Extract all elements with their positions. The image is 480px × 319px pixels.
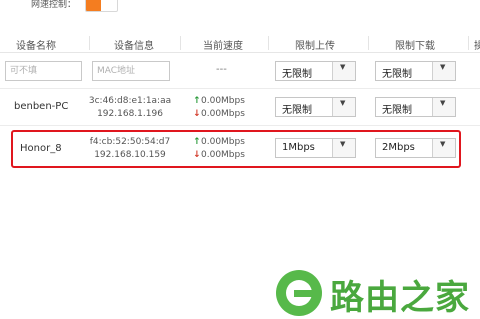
header-underline [0, 52, 480, 53]
device-ip: 192.168.1.196 [97, 109, 163, 119]
upload-arrow-icon: ↑ [193, 96, 201, 106]
upload-speed: 0.00Mbps [201, 137, 245, 147]
dropdown-arrow-icon: ▼ [340, 140, 346, 148]
header-divider [468, 36, 469, 50]
device-name-input[interactable] [5, 61, 82, 81]
toggle-knob [86, 0, 101, 11]
header-download-limit: 限制下载 [395, 41, 435, 52]
speed-control-label: 网速控制： [31, 0, 77, 10]
header-divider [268, 36, 269, 50]
download-limit-select[interactable]: 2Mbps ▼ [375, 138, 456, 158]
dropdown-button[interactable]: ▼ [332, 139, 355, 157]
select-value: 2Mbps [382, 142, 415, 153]
dropdown-arrow-icon: ▼ [340, 99, 346, 107]
dropdown-arrow-icon: ▼ [340, 63, 346, 71]
header-divider [180, 36, 181, 50]
dropdown-button[interactable]: ▼ [332, 62, 355, 80]
download-speed: 0.00Mbps [201, 109, 245, 119]
select-value: 1Mbps [282, 142, 315, 153]
upload-speed: 0.00Mbps [201, 96, 245, 106]
select-value: 无限制 [282, 105, 312, 116]
header-divider [368, 36, 369, 50]
download-arrow-icon: ↓ [193, 150, 201, 160]
dropdown-button[interactable]: ▼ [432, 98, 455, 116]
upload-limit-select[interactable]: 无限制 ▼ [275, 97, 356, 117]
device-info: f4:cb:52:50:54:d7 192.168.10.159 [80, 136, 180, 162]
header-divider [89, 36, 90, 50]
device-speed: ↑0.00Mbps ↓0.00Mbps [193, 95, 245, 121]
add-upload-limit-select[interactable]: 无限制 ▼ [275, 61, 356, 81]
download-speed: 0.00Mbps [201, 150, 245, 160]
device-speed: ↑0.00Mbps ↓0.00Mbps [193, 136, 245, 162]
mac-address-input[interactable] [92, 61, 170, 81]
header-action: 操 [474, 41, 480, 52]
device-mac: f4:cb:52:50:54:d7 [89, 137, 171, 147]
device-info: 3c:46:d8:e1:1a:aa 192.168.1.196 [80, 95, 180, 121]
add-download-limit-select[interactable]: 无限制 ▼ [375, 61, 456, 81]
watermark-logo-icon [276, 270, 322, 316]
current-speed-placeholder: --- [216, 64, 227, 75]
dropdown-button[interactable]: ▼ [432, 139, 455, 157]
device-name: benben-PC [14, 101, 69, 112]
watermark-text: 路由之家 [330, 278, 470, 318]
dropdown-arrow-icon: ▼ [440, 63, 446, 71]
header-device-info: 设备信息 [114, 41, 154, 52]
select-value: 无限制 [382, 69, 412, 80]
device-ip: 192.168.10.159 [94, 150, 166, 160]
dropdown-button[interactable]: ▼ [332, 98, 355, 116]
row-divider [0, 125, 480, 126]
download-arrow-icon: ↓ [193, 109, 201, 119]
device-name: Honor_8 [20, 143, 62, 154]
row-divider [0, 88, 480, 89]
select-value: 无限制 [382, 105, 412, 116]
download-limit-select[interactable]: 无限制 ▼ [375, 97, 456, 117]
dropdown-arrow-icon: ▼ [440, 99, 446, 107]
select-value: 无限制 [282, 69, 312, 80]
header-upload-limit: 限制上传 [295, 41, 335, 52]
dropdown-arrow-icon: ▼ [440, 140, 446, 148]
device-mac: 3c:46:d8:e1:1a:aa [88, 96, 172, 106]
dropdown-button[interactable]: ▼ [432, 62, 455, 80]
header-device-name: 设备名称 [16, 41, 56, 52]
speed-control-toggle[interactable] [85, 0, 118, 12]
upload-limit-select[interactable]: 1Mbps ▼ [275, 138, 356, 158]
upload-arrow-icon: ↑ [193, 137, 201, 147]
header-current-speed: 当前速度 [203, 41, 243, 52]
